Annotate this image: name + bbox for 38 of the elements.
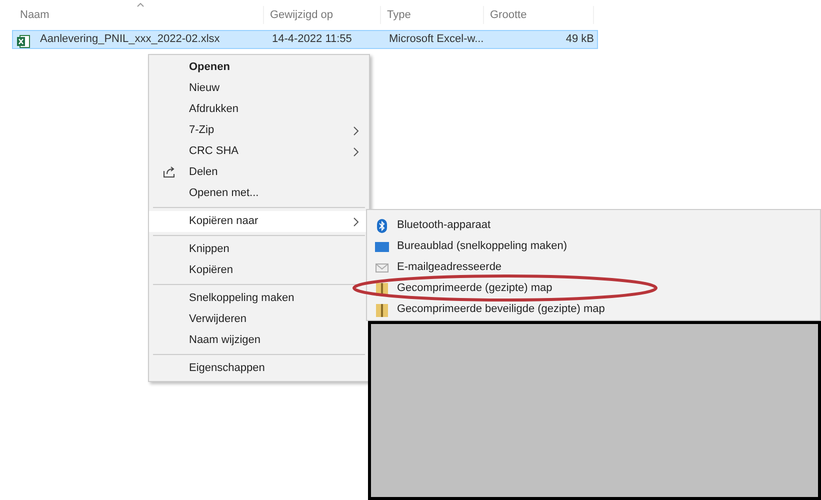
table-cell: Microsoft Excel-w... <box>389 33 484 45</box>
menu-item[interactable]: Afdrukken <box>149 99 369 120</box>
column-header[interactable]: Grootte <box>484 6 594 24</box>
table-cell: 49 kB <box>566 33 594 45</box>
menu-item[interactable]: Knippen <box>149 239 369 260</box>
menu-item[interactable]: Delen <box>149 162 369 183</box>
menu-item[interactable]: Verwijderen <box>149 309 369 330</box>
chevron-icon <box>353 216 359 226</box>
menu-item[interactable]: Kopiëren naar <box>149 211 369 232</box>
share-icon <box>163 166 176 178</box>
table-cell: Aanlevering_PNIL_xxx_2022-02.xlsx <box>40 33 220 45</box>
envelope-icon <box>375 260 389 274</box>
menu-item[interactable]: 7-Zip <box>149 120 369 141</box>
menu-item[interactable]: Openen <box>149 57 369 78</box>
submenu-item[interactable]: Gecomprimeerde (gezipte) map <box>367 278 558 299</box>
menu-item[interactable]: Snelkoppeling maken <box>149 288 369 309</box>
column-header[interactable]: Type <box>381 6 484 24</box>
spreadsheet-icon <box>17 33 30 46</box>
menu-item[interactable]: Eigenschappen <box>149 358 369 379</box>
submenu-item[interactable]: Bureaublad (snelkoppeling maken) <box>367 236 573 257</box>
table-cell: 14-4-2022 11:55 <box>272 33 352 45</box>
menu-item[interactable]: CRC SHA <box>149 141 369 162</box>
menu-item[interactable]: Kopiëren <box>149 260 369 281</box>
desktop-icon <box>375 240 389 254</box>
column-header[interactable]: Gewijzigd op <box>264 6 381 24</box>
file-row[interactable]: Aanlevering_PNIL_xxx_2022-02.xlsx 14-4-2022 11:55 Microsoft Excel-w... 49 kB <box>12 30 598 49</box>
submenu-item[interactable]: Bluetooth-apparaat <box>367 215 497 236</box>
sort-caret-icon <box>137 3 144 7</box>
bluetooth-icon <box>375 218 389 232</box>
menu-item[interactable]: Openen met... <box>149 183 369 204</box>
menu-item[interactable]: Nieuw <box>149 78 369 99</box>
column-header[interactable]: Naam <box>14 6 264 24</box>
menu-item[interactable]: Naam wijzigen <box>149 330 369 351</box>
chevron-icon <box>353 146 359 156</box>
submenu-item[interactable]: Gecomprimeerde beveiligde (gezipte) map <box>367 299 611 320</box>
submenu-item[interactable]: E-mailgeadresseerde <box>367 257 508 278</box>
chevron-icon <box>353 126 359 136</box>
zip-folder-icon <box>375 302 389 316</box>
